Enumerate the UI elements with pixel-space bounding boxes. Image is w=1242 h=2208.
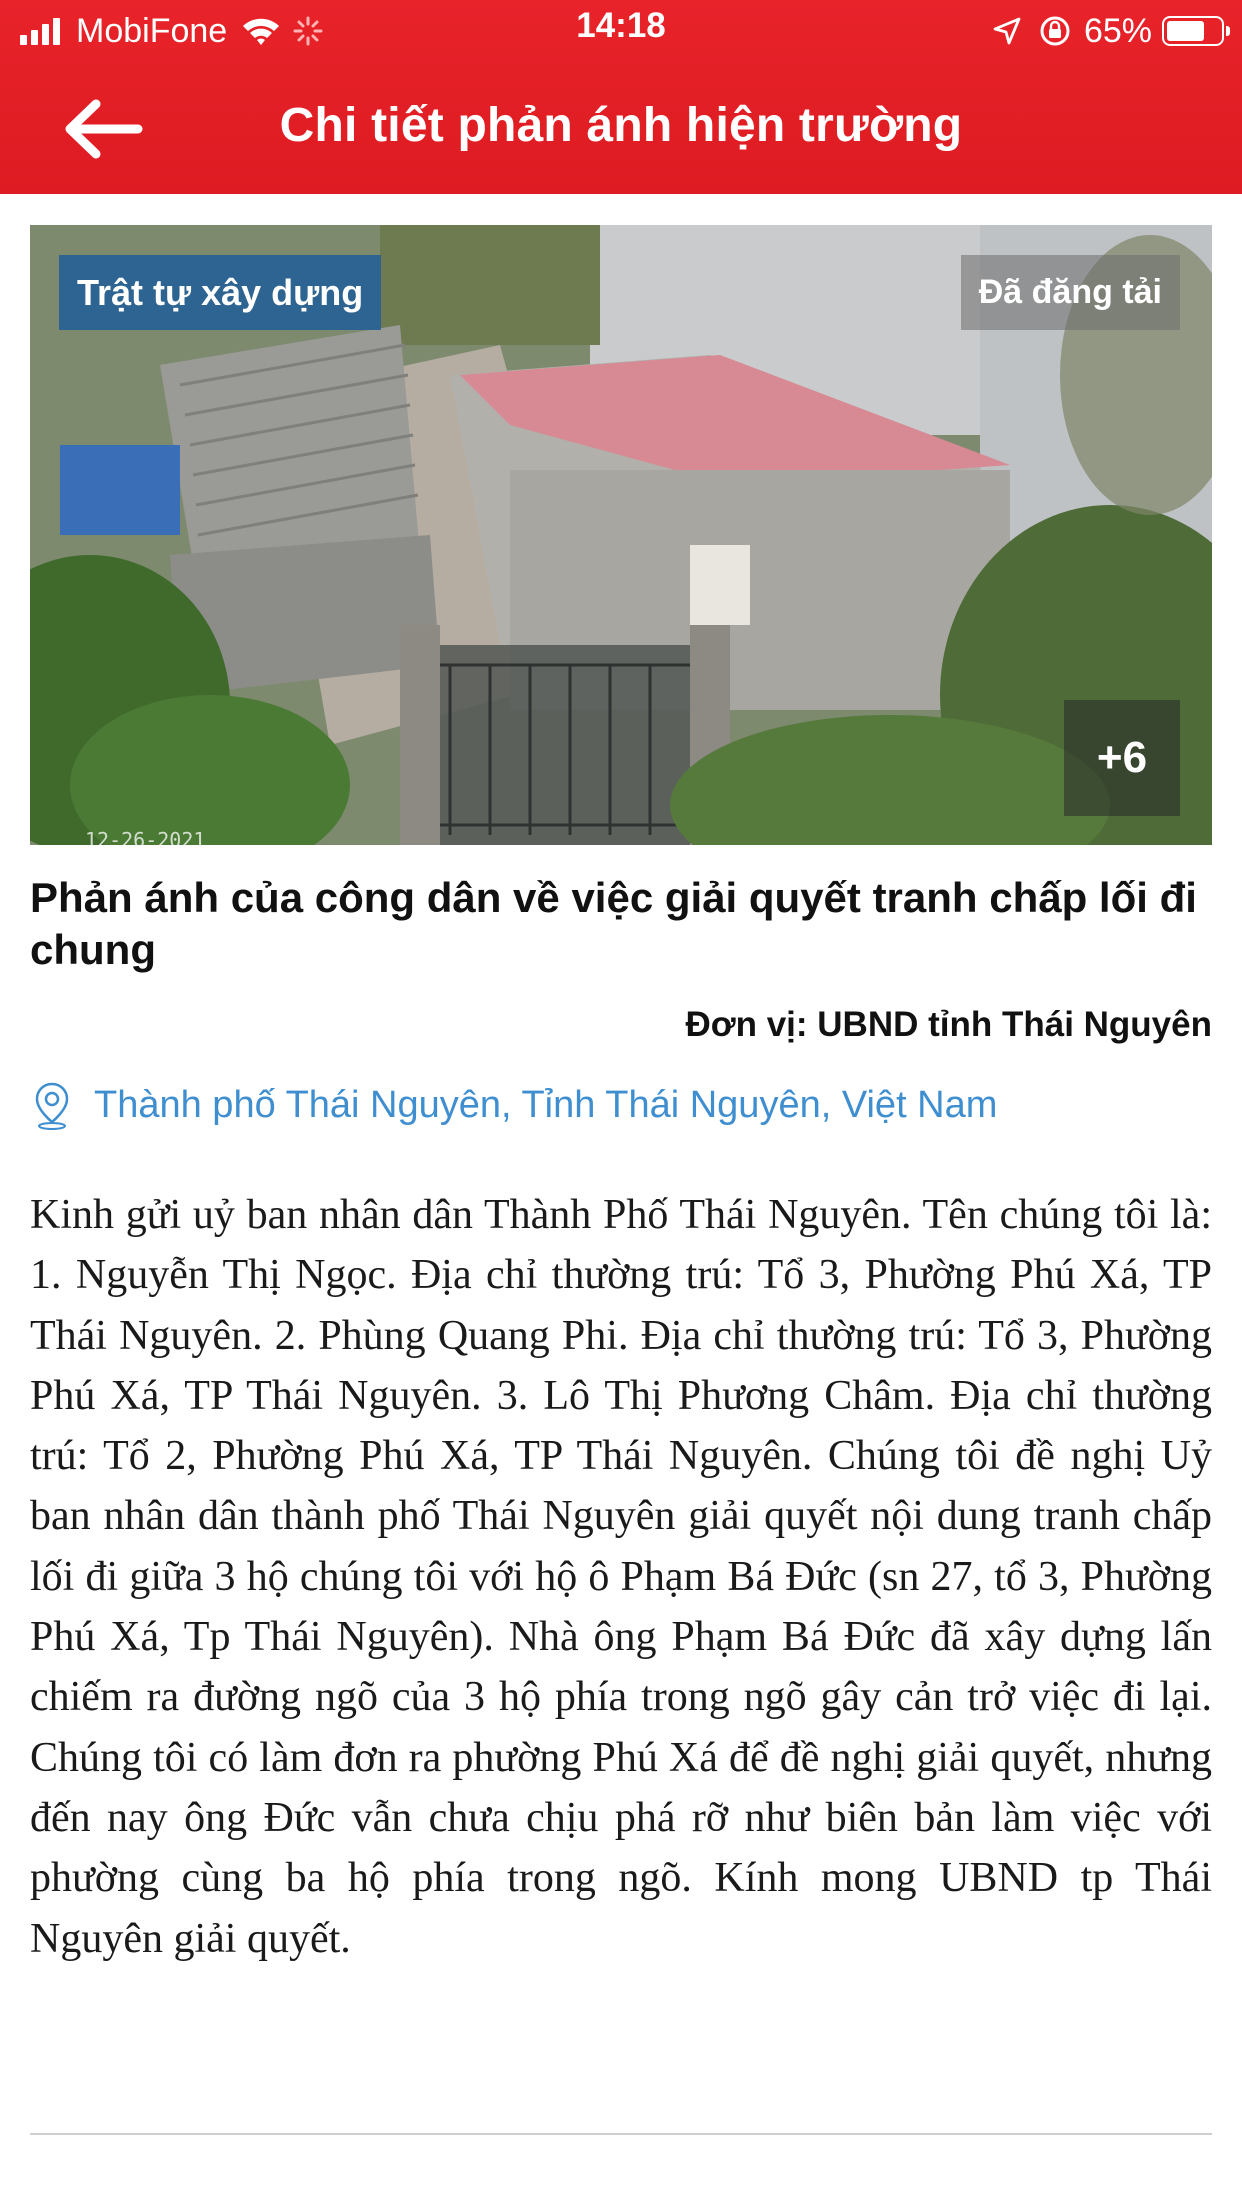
divider: [30, 2133, 1212, 2135]
map-pin-icon: [35, 1082, 69, 1130]
status-bar: MobiFone 14:18 65%: [0, 0, 1242, 62]
app-header: MobiFone 14:18 65% Chi tiết phản ánh hiệ…: [0, 0, 1242, 194]
location-arrow-icon: [993, 17, 1021, 45]
responsible-unit: Đơn vị: UBND tỉnh Thái Nguyên: [685, 1005, 1212, 1044]
status-badge: Đã đăng tải: [960, 255, 1180, 330]
page-title: Chi tiết phản ánh hiện trường: [279, 99, 963, 152]
report-title: Phản ánh của công dân về việc giải quyết…: [30, 874, 1197, 973]
report-content: Kinh gửi uỷ ban nhân dân Thành Phố Thái …: [30, 1192, 1212, 1962]
rotation-lock-icon: [1040, 16, 1070, 46]
battery-percent: 65%: [1083, 11, 1152, 50]
location-link[interactable]: Thành phố Thái Nguyên, Tỉnh Thái Nguyên,…: [30, 1080, 997, 1130]
status-right: 65%: [992, 8, 1230, 54]
category-badge: Trật tự xây dựng: [59, 255, 382, 330]
location-text: Thành phố Thái Nguyên, Tỉnh Thái Nguyên,…: [94, 1083, 998, 1126]
battery-icon: [1162, 16, 1230, 46]
more-images-button[interactable]: +6: [1064, 700, 1180, 816]
camera-timestamp: 12-26-2021: [85, 828, 206, 852]
